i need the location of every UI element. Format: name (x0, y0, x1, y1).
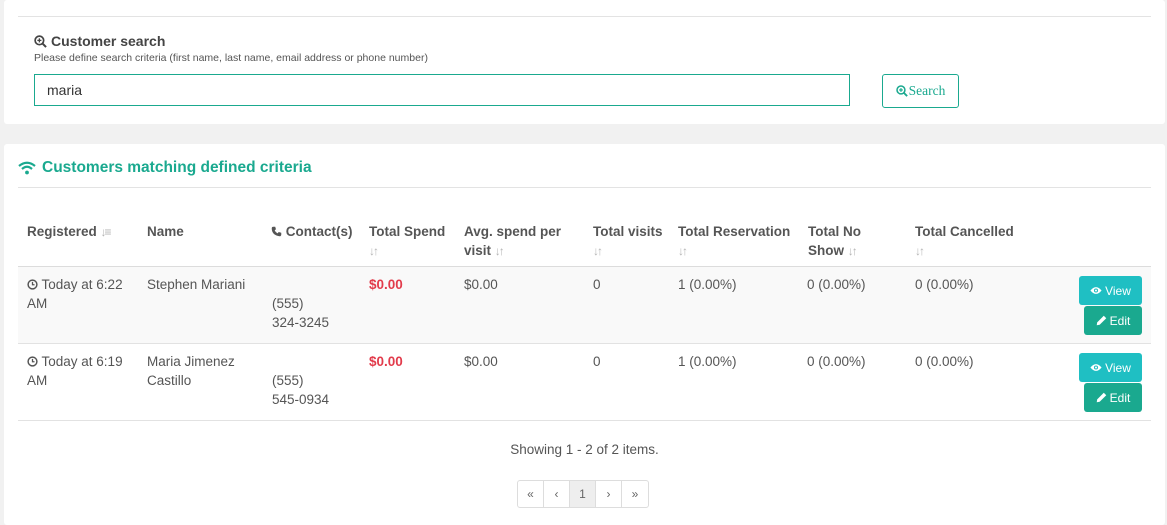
total-reservation-cell: 1 (0.00%) (678, 277, 737, 292)
results-title: Customers matching defined criteria (42, 159, 312, 176)
total-spend-cell: $0.00 (369, 354, 403, 369)
col-contacts-header: Contact(s) (271, 222, 353, 241)
search-button[interactable]: Search (882, 74, 959, 108)
total-no-show-cell: 0 (0.00%) (807, 277, 866, 292)
total-spend-cell: $0.00 (369, 277, 403, 292)
clock-icon (27, 279, 38, 290)
search-button-label: Search (908, 83, 946, 98)
sort-icon: ↓↑ (847, 244, 858, 258)
sort-icon: ↓↑ (593, 244, 603, 258)
pagination: « ‹ 1 › » (517, 480, 649, 508)
customer-search-panel: Customer search Please define search cri… (4, 0, 1165, 124)
col-avg-spend-header[interactable]: Avg. spend per visit ↓↑ (464, 222, 576, 261)
page-1-button[interactable]: 1 (570, 481, 596, 507)
pencil-icon (1096, 315, 1106, 326)
col-total-cancelled-header[interactable]: Total Cancelled ↓↑ (915, 222, 1035, 261)
avg-spend-cell: $0.00 (464, 277, 498, 292)
prev-page-button[interactable]: ‹ (544, 481, 570, 507)
total-visits-cell: 0 (593, 354, 601, 369)
last-page-button[interactable]: » (622, 481, 648, 507)
sort-icon: ↓↑ (494, 244, 505, 258)
avg-spend-cell: $0.00 (464, 354, 498, 369)
phone-icon (271, 226, 282, 237)
search-heading: Customer search (34, 33, 165, 49)
results-panel: Customers matching defined criteria Regi… (4, 144, 1165, 525)
row-divider (18, 420, 1151, 421)
edit-button[interactable]: Edit (1084, 306, 1142, 335)
zoom-search-icon (895, 85, 908, 97)
col-total-no-show-header[interactable]: Total No Show ↓↑ (808, 222, 878, 261)
sort-desc-icon: ↓≡ (100, 225, 112, 239)
results-summary: Showing 1 - 2 of 2 items. (510, 442, 659, 457)
first-page-button[interactable]: « (518, 481, 544, 507)
divider (18, 16, 1151, 17)
search-input[interactable] (34, 74, 850, 106)
registered-cell: Today at 6:19 AM (27, 354, 123, 388)
col-total-reservation-header[interactable]: Total Reservation ↓↑ (678, 222, 798, 261)
registered-cell: Today at 6:22 AM (27, 277, 123, 311)
next-page-button[interactable]: › (596, 481, 622, 507)
eye-icon (1090, 287, 1102, 294)
contact-cell: (555) 545-0934 (272, 373, 330, 407)
edit-button[interactable]: Edit (1084, 383, 1142, 412)
sort-icon: ↓↑ (678, 244, 688, 258)
clock-icon (27, 356, 38, 367)
total-no-show-cell: 0 (0.00%) (807, 354, 866, 369)
name-cell: Maria Jimenez Castillo (147, 354, 235, 388)
col-registered-header[interactable]: Registered ↓≡ (27, 222, 112, 242)
col-name-header: Name (147, 224, 184, 239)
view-button[interactable]: View (1079, 276, 1142, 305)
total-visits-cell: 0 (593, 277, 601, 292)
contact-cell: (555) 324-3245 (272, 296, 330, 330)
wifi-icon (18, 161, 36, 175)
total-cancelled-cell: 0 (0.00%) (915, 277, 974, 292)
col-total-spend-header[interactable]: Total Spend ↓↑ (369, 222, 454, 261)
search-title: Customer search (51, 33, 166, 49)
divider (18, 187, 1151, 188)
row-divider (18, 343, 1151, 344)
sort-icon: ↓↑ (915, 244, 925, 258)
total-reservation-cell: 1 (0.00%) (678, 354, 737, 369)
zoom-search-icon (34, 34, 47, 48)
eye-icon (1090, 364, 1102, 371)
view-button[interactable]: View (1079, 353, 1142, 382)
search-hint: Please define search criteria (first nam… (34, 52, 428, 64)
col-total-visits-header[interactable]: Total visits ↓↑ (593, 222, 673, 261)
name-cell: Stephen Mariani (147, 277, 246, 292)
results-heading: Customers matching defined criteria (18, 159, 312, 177)
sort-icon: ↓↑ (369, 244, 379, 258)
total-cancelled-cell: 0 (0.00%) (915, 354, 974, 369)
pencil-icon (1096, 392, 1106, 403)
